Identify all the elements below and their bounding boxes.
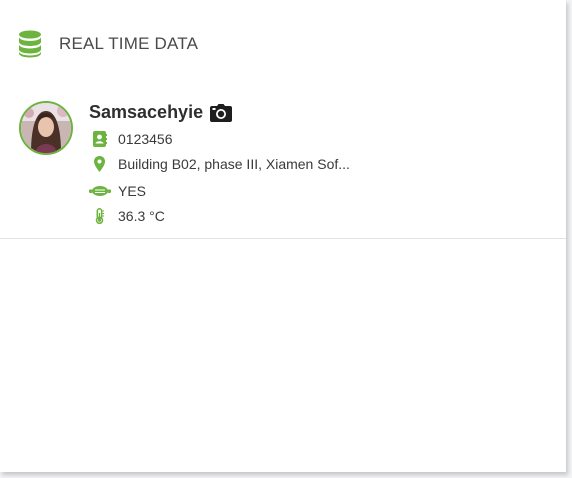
- mask-row: YES: [88, 183, 147, 199]
- real-time-data-panel: REAL TIME DATA Samsacehyie 0123456 Build…: [0, 0, 566, 472]
- thermometer-icon: [89, 208, 111, 225]
- page: REAL TIME DATA Samsacehyie 0123456 Build…: [0, 0, 572, 478]
- panel-title: REAL TIME DATA: [59, 34, 199, 53]
- address-row: Building B02, phase III, Xiamen Sof...: [89, 156, 350, 172]
- panel-header: REAL TIME DATA: [18, 30, 198, 58]
- mask-icon: [88, 183, 112, 199]
- location-pin-icon: [89, 156, 111, 172]
- id-card-icon: [89, 131, 111, 147]
- name-row: Samsacehyie: [89, 102, 233, 123]
- address-text: Building B02, phase III, Xiamen Sof...: [118, 156, 350, 172]
- person-name: Samsacehyie: [89, 102, 204, 122]
- mask-status: YES: [118, 183, 147, 199]
- person-record[interactable]: Samsacehyie 0123456 Building B02, phase …: [0, 98, 566, 239]
- camera-icon[interactable]: [210, 103, 233, 122]
- avatar: [19, 101, 73, 155]
- id-row: 0123456: [89, 131, 173, 147]
- temperature-value: 36.3 °C: [118, 208, 165, 224]
- temperature-row: 36.3 °C: [89, 208, 165, 225]
- database-icon: [18, 30, 42, 58]
- id-number: 0123456: [118, 131, 173, 147]
